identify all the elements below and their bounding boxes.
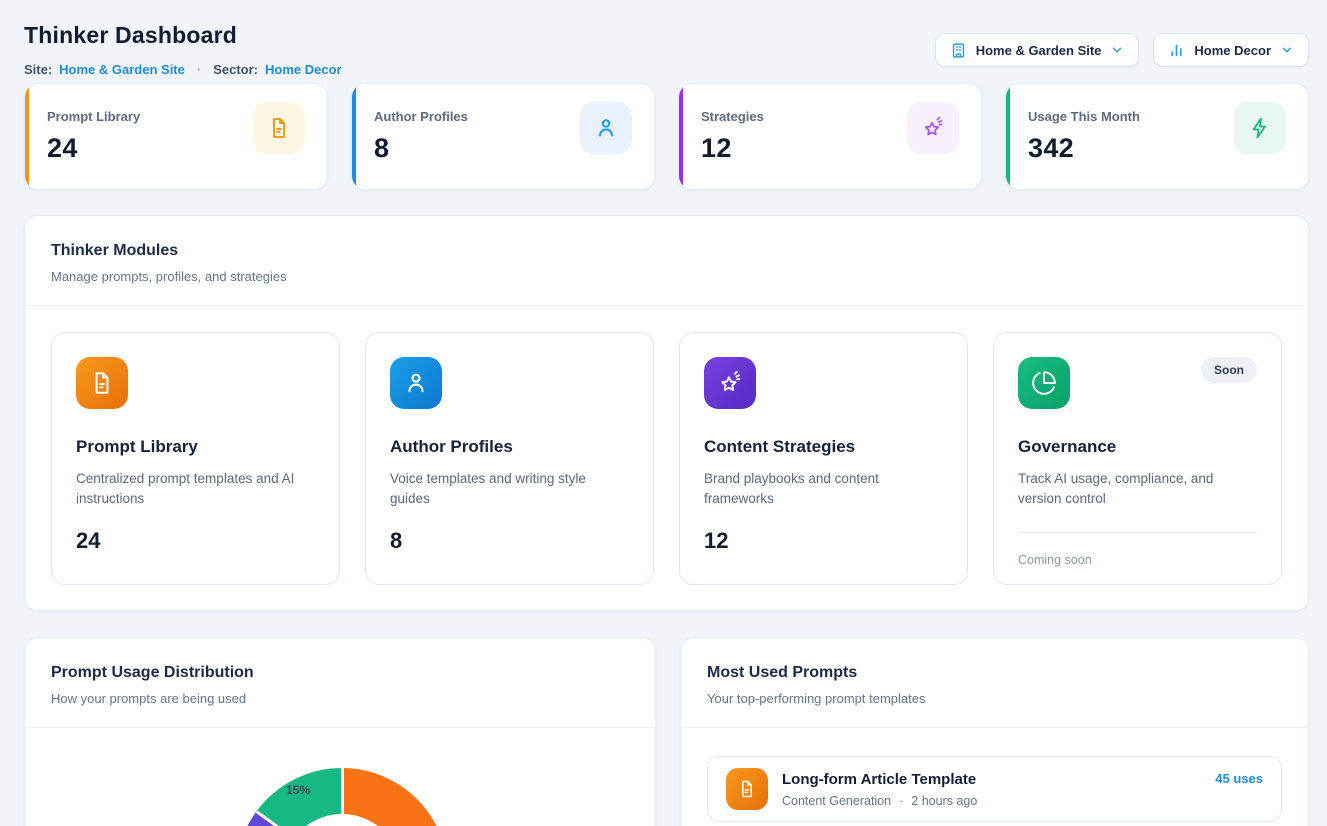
user-icon [390,357,442,409]
site-label: Site: [24,62,52,77]
sector-label: Sector: [213,62,258,77]
stat-card-strategies: Strategies 12 [678,83,982,190]
modules-panel-header: Thinker Modules Manage prompts, profiles… [25,216,1308,306]
usage-card-title: Prompt Usage Distribution [51,664,629,682]
usage-card-subtitle: How your prompts are being used [51,691,629,706]
stat-card-prompt-library: Prompt Library 24 [24,83,328,190]
header: Thinker Dashboard Site: Home & Garden Si… [24,22,342,77]
soon-badge: Soon [1201,357,1257,383]
usage-distribution-card: Prompt Usage Distribution How your promp… [24,637,656,826]
building-icon [950,42,967,59]
donut-hole [282,814,402,826]
prompts-card-title: Most Used Prompts [707,664,1282,682]
site-selector-label: Home & Garden Site [976,43,1102,58]
stat-card-usage: Usage This Month 342 [1005,83,1309,190]
sector-selector-dropdown[interactable]: Home Decor [1153,33,1309,67]
lightning-icon [1234,102,1286,154]
document-icon [726,768,768,810]
prompt-item-text: Long-form Article Template 45 uses Conte… [782,771,1263,808]
modules-grid: Prompt Library Centralized prompt templa… [25,306,1308,611]
stats-row: Prompt Library 24 Author Profiles 8 Stra… [24,83,1309,190]
pie-chart-icon [1018,357,1070,409]
prompt-item-title: Long-form Article Template [782,771,976,788]
donut-chart-area: 15% [25,728,655,826]
module-title: Prompt Library [76,437,315,457]
most-used-prompts-card: Most Used Prompts Your top-performing pr… [680,637,1309,826]
stat-label: Strategies [701,109,764,124]
stat-value: 24 [47,133,140,164]
page-title: Thinker Dashboard [24,22,342,49]
chevron-down-icon [1110,43,1124,57]
sector-link[interactable]: Home Decor [265,62,342,77]
module-card-prompt-library[interactable]: Prompt Library Centralized prompt templa… [51,332,340,585]
stat-value: 8 [374,133,468,164]
header-actions: Home & Garden Site Home Decor [935,33,1309,67]
user-icon [580,102,632,154]
prompt-category: Content Generation [782,794,891,808]
donut-percent-label: 15% [275,783,321,797]
donut-chart[interactable] [236,768,448,826]
module-count: 24 [76,528,315,554]
coming-soon-text: Coming soon [1018,533,1257,567]
stat-card-author-profiles: Author Profiles 8 [351,83,655,190]
module-description: Centralized prompt templates and AI inst… [76,469,312,508]
document-icon [76,357,128,409]
chevron-down-icon [1280,43,1294,57]
module-title: Content Strategies [704,437,943,457]
stat-label: Author Profiles [374,109,468,124]
stat-value: 342 [1028,133,1140,164]
module-count: 8 [390,528,629,554]
module-card-content-strategies[interactable]: Content Strategies Brand playbooks and c… [679,332,968,585]
stat-label: Prompt Library [47,109,140,124]
thinker-dashboard-page: Thinker Dashboard Site: Home & Garden Si… [0,0,1327,826]
prompts-card-header: Most Used Prompts Your top-performing pr… [681,638,1308,728]
prompt-list-item[interactable]: Long-form Article Template 45 uses Conte… [707,756,1282,822]
module-title: Governance [1018,437,1257,457]
breadcrumb: Site: Home & Garden Site · Sector: Home … [24,62,342,77]
stat-label: Usage This Month [1028,109,1140,124]
thinker-modules-panel: Thinker Modules Manage prompts, profiles… [24,215,1309,611]
sparkle-star-icon [907,102,959,154]
site-link[interactable]: Home & Garden Site [59,62,185,77]
prompt-item-meta: Content Generation · 2 hours ago [782,794,1263,808]
prompt-uses-count: 45 uses [1215,771,1263,786]
bar-chart-icon [1168,42,1185,59]
module-count: 12 [704,528,943,554]
document-icon [253,102,305,154]
module-description: Track AI usage, compliance, and version … [1018,469,1254,508]
usage-card-header: Prompt Usage Distribution How your promp… [25,638,655,728]
stat-value: 12 [701,133,764,164]
module-description: Voice templates and writing style guides [390,469,626,508]
module-description: Brand playbooks and content frameworks [704,469,940,508]
meta-separator: · [899,794,903,808]
sector-selector-label: Home Decor [1194,43,1271,58]
module-card-governance[interactable]: Soon Governance Track AI usage, complian… [993,332,1282,585]
prompts-card-subtitle: Your top-performing prompt templates [707,691,1282,706]
modules-subtitle: Manage prompts, profiles, and strategies [51,269,1282,284]
modules-title: Thinker Modules [51,242,1282,260]
prompt-timestamp: 2 hours ago [911,794,977,808]
module-card-author-profiles[interactable]: Author Profiles Voice templates and writ… [365,332,654,585]
site-selector-dropdown[interactable]: Home & Garden Site [935,33,1140,67]
sparkle-star-icon [704,357,756,409]
module-title: Author Profiles [390,437,629,457]
breadcrumb-separator: · [197,62,201,77]
